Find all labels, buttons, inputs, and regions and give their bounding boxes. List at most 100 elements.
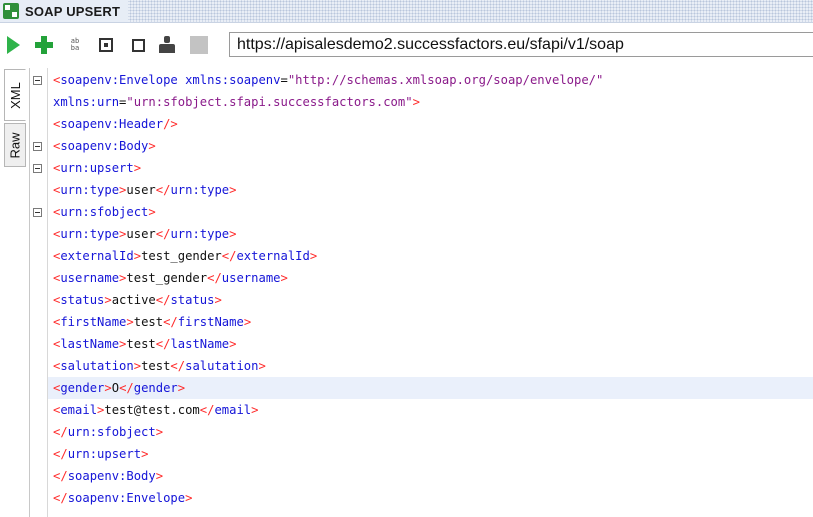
code-token: >	[177, 381, 186, 395]
code-token: >	[214, 293, 222, 307]
code-token: test_gender	[141, 249, 222, 263]
code-token: gender	[133, 381, 178, 395]
disabled-button[interactable]	[189, 35, 209, 55]
code-token: >	[141, 447, 149, 461]
fold-toggle-icon[interactable]	[33, 208, 42, 217]
code-token: externalId	[236, 249, 310, 263]
code-token: >	[104, 381, 112, 395]
fold-toggle-icon[interactable]	[33, 76, 42, 85]
code-token: >	[148, 205, 156, 219]
fold-toggle-icon[interactable]	[33, 164, 42, 173]
tab-raw-label: Raw	[7, 131, 23, 159]
code-token: </	[207, 271, 222, 285]
maximize-button[interactable]	[128, 35, 148, 55]
square-icon	[131, 38, 145, 52]
code-token: active	[111, 293, 156, 307]
code-token: test@test.com	[104, 403, 200, 417]
code-line[interactable]: <urn:type>user</urn:type>	[53, 179, 813, 201]
code-token: >	[155, 425, 164, 439]
code-token: >	[229, 337, 237, 351]
sort-icon: ab ba	[70, 37, 80, 52]
code-token: soapenv:Header	[60, 117, 164, 131]
fold-toggle-icon[interactable]	[33, 142, 42, 151]
code-token: urn:sfobject	[67, 425, 156, 439]
title-bar: SOAP UPSERT	[0, 0, 813, 23]
code-token: >	[309, 249, 318, 263]
code-line[interactable]: <urn:sfobject>	[53, 201, 813, 223]
code-line[interactable]: <soapenv:Envelope xmlns:soapenv="http://…	[53, 69, 813, 91]
code-line[interactable]: </urn:upsert>	[53, 443, 813, 465]
code-token: firstName	[60, 315, 127, 329]
code-token: test_gender	[126, 271, 208, 285]
code-token: </	[119, 381, 134, 395]
request-toolbar: ab ba	[0, 23, 813, 68]
code-line[interactable]: </soapenv:Envelope>	[53, 487, 813, 509]
add-assertion-button[interactable]	[34, 35, 54, 55]
code-line[interactable]: <externalId>test_gender</externalId>	[53, 245, 813, 267]
code-token: urn:upsert	[67, 447, 142, 461]
xml-editor[interactable]: <soapenv:Envelope xmlns:soapenv="http://…	[29, 68, 813, 517]
submit-request-button[interactable]	[3, 35, 23, 55]
code-token: </	[155, 183, 171, 197]
code-token: >	[185, 491, 193, 505]
code-token: urn:type	[60, 183, 120, 197]
zoom-icon	[99, 38, 113, 52]
code-token: test	[126, 337, 156, 351]
code-token: O	[111, 381, 120, 395]
code-line[interactable]: <urn:upsert>	[53, 157, 813, 179]
code-token: >	[251, 403, 259, 417]
code-line[interactable]: </urn:sfobject>	[53, 421, 813, 443]
code-token: </	[53, 425, 68, 439]
code-token: >	[133, 359, 142, 373]
endpoint-url-input[interactable]	[229, 32, 813, 57]
code-line[interactable]: <soapenv:Header/>	[53, 113, 813, 135]
code-line[interactable]: </soapenv:Body>	[53, 465, 813, 487]
play-icon	[6, 36, 20, 54]
gray-square-icon	[190, 36, 208, 54]
person-icon	[158, 36, 176, 54]
code-line[interactable]: <soapenv:Body>	[53, 135, 813, 157]
zoom-button[interactable]	[96, 35, 116, 55]
code-token: </	[155, 337, 171, 351]
code-line[interactable]: <email>test@test.com</email>	[53, 399, 813, 421]
code-token: lastName	[60, 337, 120, 351]
code-line[interactable]: <urn:type>user</urn:type>	[53, 223, 813, 245]
code-token: >	[280, 271, 288, 285]
code-token: user	[126, 183, 156, 197]
create-form-button[interactable]: ab ba	[65, 35, 85, 55]
code-token: >	[133, 161, 142, 175]
code-token: >	[133, 249, 142, 263]
code-token: >	[229, 183, 237, 197]
code-line[interactable]: xmlns:urn="urn:sfobject.sfapi.successfac…	[53, 91, 813, 113]
code-token: >	[148, 139, 156, 153]
code-token: </	[53, 447, 68, 461]
code-token: </	[199, 403, 215, 417]
code-token: xmlns:soapenv	[185, 73, 281, 87]
code-line[interactable]: <status>active</status>	[53, 289, 813, 311]
code-token: </	[155, 227, 171, 241]
fold-gutter	[30, 68, 48, 517]
title-wrap: SOAP UPSERT	[0, 0, 129, 22]
code-token: lastName	[170, 337, 230, 351]
tab-raw[interactable]: Raw	[4, 123, 26, 167]
code-token: status	[170, 293, 215, 307]
code-line[interactable]: <firstName>test</firstName>	[53, 311, 813, 333]
user-button[interactable]	[157, 35, 177, 55]
code-token: >	[126, 315, 134, 329]
editor-side-tabs: XML Raw	[0, 68, 29, 517]
code-line[interactable]: <salutation>test</salutation>	[53, 355, 813, 377]
code-token: </	[155, 293, 171, 307]
code-token: </	[163, 315, 178, 329]
code-line[interactable]: <username>test_gender</username>	[53, 267, 813, 289]
code-token: />	[163, 117, 178, 131]
code-token: </	[53, 469, 68, 483]
code-token: status	[60, 293, 105, 307]
code-token: soapenv:Body	[60, 139, 149, 153]
code-line[interactable]: <lastName>test</lastName>	[53, 333, 813, 355]
code-token: urn:type	[60, 227, 120, 241]
code-token: username	[60, 271, 120, 285]
tab-xml[interactable]: XML	[4, 69, 26, 121]
code-token: xmlns:urn	[53, 95, 120, 109]
tab-xml-label: XML	[7, 81, 23, 109]
code-line[interactable]: <gender>O</gender>	[48, 377, 813, 399]
